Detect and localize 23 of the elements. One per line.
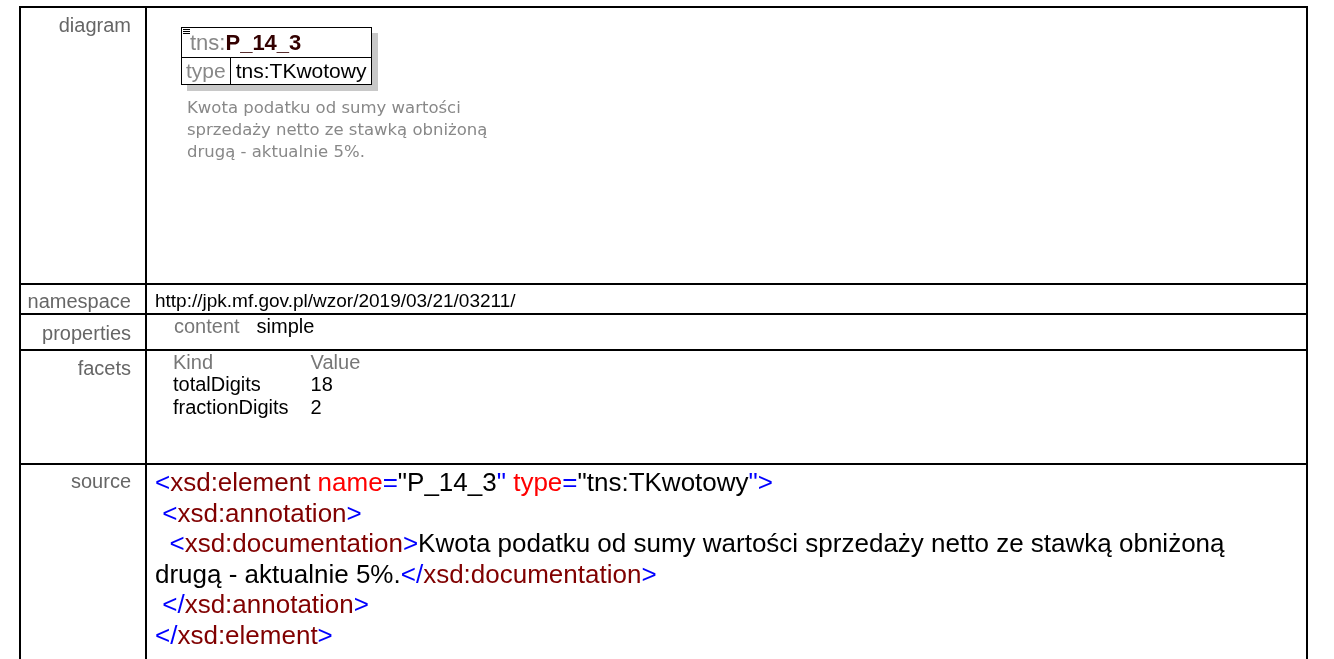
property-name: content [174, 315, 240, 338]
facet-value: 18 [310, 373, 333, 395]
facet-name: totalDigits [173, 373, 261, 395]
property-value: simple [256, 315, 315, 338]
attribute-value: tns:TKwotowy [234, 58, 368, 84]
facet-name: fractionDigits [173, 396, 289, 418]
code-line: </xsd:annotation> [161, 589, 370, 620]
code-line: <xsd:element name="P_14_3" type="tns:TKwotowy"> [155, 467, 774, 498]
namespace-url: http://jpk.mf.gov.pl/wzor/2019/03/21/03211/ [154, 289, 517, 312]
row-label: namespace [27, 290, 131, 312]
row-label: diagram [58, 14, 131, 36]
facet-value: 2 [310, 396, 322, 418]
code-line: <xsd:documentation>Kwota podatku od sumy wartości sprzedaży netto ze stawką obniżoną drugą - aktualnie 5%.</xsd:documentation> [155, 528, 1226, 589]
attribute-label: type [182, 58, 231, 84]
row-label: properties [42, 322, 131, 344]
code-line: <xsd:annotation> [161, 497, 363, 528]
code-line: </xsd:element> [155, 619, 334, 650]
column-header: Value [310, 351, 361, 373]
row-label: source [70, 470, 131, 492]
row-label: facets [77, 357, 131, 379]
element-name: tns:P_14_3 [190, 30, 302, 55]
element-documentation: Kwota podatku od sumy wartości sprzedaży netto ze stawką obniżoną drugą - aktualnie 5%. [187, 97, 489, 163]
column-header: Kind [173, 351, 214, 373]
